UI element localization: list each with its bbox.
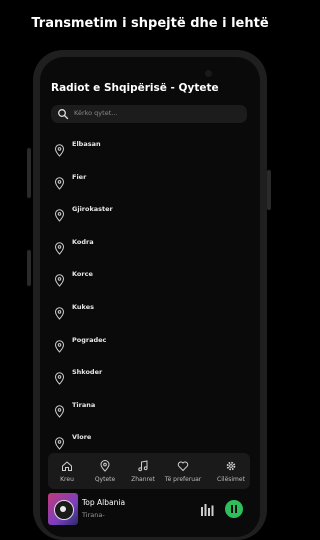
heart-icon — [177, 461, 189, 472]
pause-icon — [235, 505, 237, 513]
city-name: Elbasan — [72, 140, 101, 148]
city-item[interactable]: Shkoder — [54, 368, 234, 390]
search-placeholder: Kërko qytet... — [74, 109, 118, 117]
city-name: Korce — [72, 270, 93, 279]
city-item[interactable]: Gjirokaster — [54, 205, 234, 227]
city-item[interactable]: Kukes — [54, 303, 234, 325]
location-pin-icon — [54, 437, 65, 451]
city-name: Fier — [72, 172, 87, 181]
city-item[interactable]: Kodra — [54, 238, 234, 260]
search-input[interactable]: Kërko qytet... — [51, 105, 247, 123]
station-title: Top Albania — [82, 498, 126, 507]
location-pin-icon — [54, 144, 65, 157]
city-name: Kukes — [72, 303, 94, 311]
city-item[interactable]: Pogradec — [54, 336, 234, 358]
nav-item-cities[interactable]: Qytete — [85, 453, 125, 489]
city-item[interactable]: Tirana — [54, 401, 234, 423]
city-item[interactable]: Elbasan — [54, 140, 234, 162]
phone-side-button — [27, 148, 31, 198]
city-name: Shkoder — [72, 368, 103, 377]
phone-power-button — [267, 170, 271, 210]
location-pin-icon — [54, 405, 65, 418]
city-name: Tirana — [72, 400, 96, 409]
phone-side-button — [27, 250, 31, 286]
nav-label: Të preferuar — [164, 476, 202, 483]
city-name: Kodra — [72, 237, 94, 246]
nav-item-home[interactable]: Kreu — [47, 453, 87, 489]
gear-icon — [226, 461, 236, 471]
nav-label: Cilësimet — [217, 476, 245, 483]
bottom-nav: Kreu Qytete Zhanret Të preferuar Cilësim… — [48, 453, 250, 489]
search-icon — [58, 109, 69, 120]
location-pin-icon — [54, 176, 65, 190]
city-name: Pogradec — [72, 335, 107, 344]
station-artwork — [48, 493, 78, 525]
camera-icon — [205, 70, 212, 77]
location-pin-icon — [54, 339, 65, 353]
nav-item-favorites[interactable]: Të preferuar — [163, 453, 203, 489]
location-pin-icon — [54, 209, 65, 222]
pause-button[interactable] — [225, 500, 243, 518]
city-item[interactable]: Fier — [54, 173, 234, 195]
promo-banner: Transmetim i shpejtë dhe i lehtë — [31, 16, 269, 31]
location-pin-icon — [100, 460, 110, 472]
city-name: Gjirokaster — [72, 205, 113, 214]
location-pin-icon — [54, 242, 65, 255]
mini-player[interactable]: Top Albania Tirana- — [48, 493, 250, 529]
home-icon — [62, 461, 72, 471]
equalizer-icon — [201, 504, 214, 516]
nav-item-settings[interactable]: Cilësimet — [211, 453, 251, 489]
location-pin-icon — [54, 372, 65, 385]
pause-icon — [231, 505, 233, 513]
station-subtitle: Tirana- — [82, 511, 105, 519]
city-item[interactable]: Korce — [54, 270, 234, 292]
city-name: Vlore — [72, 433, 92, 442]
location-pin-icon — [54, 274, 65, 288]
nav-item-genres[interactable]: Zhanret — [123, 453, 163, 489]
page-title: Radiot e Shqipërisë - Qytete — [51, 82, 219, 94]
disc-center — [60, 506, 66, 512]
music-note-icon — [138, 460, 148, 472]
location-pin-icon — [54, 307, 65, 320]
